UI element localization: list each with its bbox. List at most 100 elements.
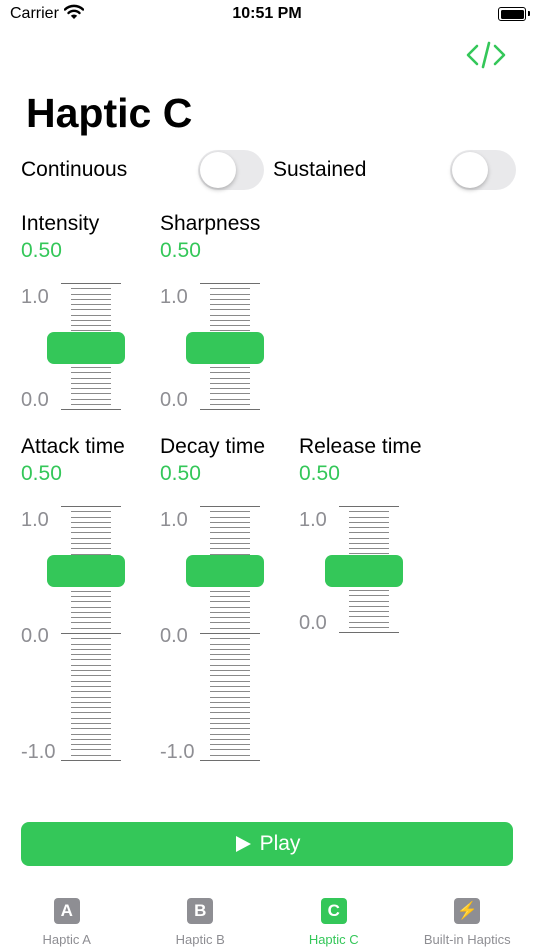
minor-tick — [71, 643, 111, 645]
tab-haptic-c[interactable]: C Haptic C — [267, 885, 401, 950]
minor-tick — [210, 325, 250, 326]
minor-tick — [210, 691, 250, 693]
minor-tick — [210, 521, 250, 523]
minor-tick — [71, 728, 111, 730]
slider-thumb[interactable] — [186, 332, 264, 364]
lightning-bolt-icon: ⚡ — [454, 898, 481, 924]
minor-tick — [210, 377, 250, 379]
minor-tick — [210, 511, 250, 513]
minor-tick — [210, 601, 250, 603]
sustained-switch[interactable] — [450, 150, 516, 190]
play-button[interactable]: Play — [21, 822, 513, 866]
minor-tick — [71, 664, 111, 666]
minor-tick — [71, 712, 111, 714]
release-time-slider[interactable]: 1.0 0.0 — [299, 506, 409, 634]
axis-min-label: 0.0 — [160, 389, 188, 411]
minor-tick — [71, 590, 111, 592]
minor-tick — [210, 749, 250, 751]
minor-tick — [210, 367, 250, 368]
minor-tick — [71, 733, 111, 735]
minor-tick — [71, 309, 111, 311]
minor-tick — [210, 403, 250, 405]
code-brackets-icon[interactable] — [465, 40, 507, 70]
minor-tick — [210, 722, 250, 724]
minor-tick — [71, 543, 111, 545]
minor-tick — [71, 521, 111, 523]
minor-tick — [210, 309, 250, 311]
major-tick — [61, 760, 121, 761]
major-tick — [61, 283, 121, 284]
minor-tick — [349, 532, 389, 534]
minor-tick — [71, 617, 111, 619]
play-icon — [235, 836, 251, 852]
minor-tick — [71, 548, 111, 550]
axis-min-label: -1.0 — [160, 741, 195, 763]
minor-tick — [210, 548, 250, 550]
minor-tick — [71, 532, 111, 534]
slider-thumb[interactable] — [186, 555, 264, 587]
intensity-slider[interactable]: 1.0 0.0 — [21, 283, 131, 411]
tab-built-in-haptics[interactable]: ⚡ Built-in Haptics — [401, 885, 534, 950]
minor-tick — [71, 377, 111, 379]
minor-tick — [349, 616, 389, 618]
minor-tick — [210, 398, 250, 400]
major-tick — [200, 409, 260, 410]
battery-icon — [498, 7, 526, 21]
minor-tick — [210, 543, 250, 545]
axis-min-label: 0.0 — [21, 389, 49, 411]
sharpness-slider[interactable]: 1.0 0.0 — [160, 283, 270, 411]
tab-label: Built-in Haptics — [423, 932, 511, 947]
slider-ticks — [200, 506, 260, 761]
minor-tick — [71, 388, 111, 389]
minor-tick — [71, 680, 111, 682]
tab-haptic-a[interactable]: A Haptic A — [0, 885, 134, 950]
minor-tick — [349, 516, 389, 518]
minor-tick — [210, 659, 250, 661]
minor-tick — [210, 712, 250, 714]
minor-tick — [71, 627, 111, 629]
minor-tick — [71, 527, 111, 529]
minor-tick — [349, 542, 389, 544]
minor-tick — [349, 548, 389, 549]
minor-tick — [349, 595, 389, 597]
continuous-switch[interactable] — [198, 150, 264, 190]
major-tick — [339, 506, 399, 507]
major-tick — [61, 506, 121, 507]
slider-thumb[interactable] — [47, 332, 125, 364]
minor-tick — [349, 527, 389, 528]
minor-tick — [210, 393, 250, 395]
axis-min-label: 0.0 — [299, 612, 327, 634]
continuous-label: Continuous — [21, 158, 128, 181]
minor-tick — [71, 398, 111, 400]
decay-time-value: 0.50 — [160, 462, 201, 485]
minor-tick — [210, 527, 250, 529]
status-time: 10:51 PM — [232, 5, 302, 22]
slider-thumb[interactable] — [47, 555, 125, 587]
letter-a-icon: A — [53, 898, 80, 924]
minor-tick — [349, 600, 389, 602]
major-tick — [200, 760, 260, 761]
minor-tick — [71, 595, 111, 597]
tab-haptic-b[interactable]: B Haptic B — [134, 885, 268, 950]
tab-label: Haptic A — [42, 932, 91, 947]
minor-tick — [349, 537, 389, 539]
decay-time-slider[interactable]: 1.0 0.0 -1.0 — [160, 506, 270, 763]
slider-thumb[interactable] — [325, 555, 403, 587]
axis-max-label: 1.0 — [160, 509, 188, 531]
minor-tick — [71, 393, 111, 395]
minor-tick — [71, 675, 111, 677]
attack-time-slider[interactable]: 1.0 0.0 -1.0 — [21, 506, 131, 763]
minor-tick — [349, 611, 389, 612]
minor-tick — [210, 288, 250, 290]
minor-tick — [210, 648, 250, 650]
minor-tick — [210, 627, 250, 629]
minor-tick — [210, 537, 250, 539]
minor-tick — [71, 298, 111, 300]
minor-tick — [210, 685, 250, 687]
page-title: Haptic C — [26, 90, 193, 136]
axis-max-label: 1.0 — [21, 286, 49, 308]
minor-tick — [71, 367, 111, 368]
minor-tick — [210, 319, 250, 321]
axis-max-label: 1.0 — [160, 286, 188, 308]
minor-tick — [210, 590, 250, 592]
